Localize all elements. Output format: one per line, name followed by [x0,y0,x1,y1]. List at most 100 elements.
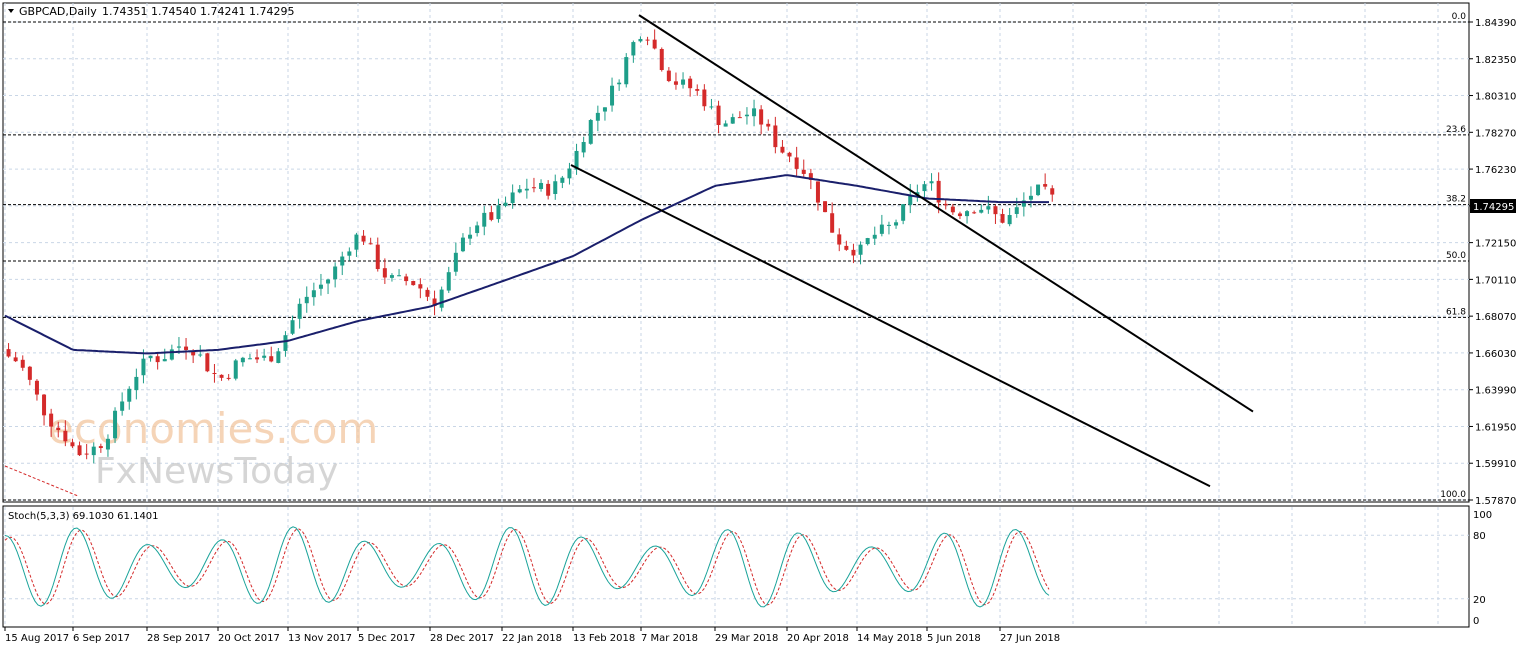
watermark-line2: FxNewsToday [95,451,338,492]
candle-body [723,123,728,127]
candle-body [226,377,231,379]
candle-body [737,117,742,119]
watermark-line1: economies.com [48,404,378,453]
candle-body [262,355,267,358]
chart-canvas: 0.0 23.6 38.2 50.0 61.8 100.0 economies.com F… [2,2,1516,644]
candle-body [389,275,394,278]
candle-body [752,108,757,117]
candle-body [489,212,494,220]
candle-body [1036,184,1041,196]
candle-body [929,181,934,184]
candle-body [943,203,948,206]
candle-body [823,201,828,213]
date-tick-label: 7 Mar 2018 [641,633,698,644]
candle-body [404,276,409,282]
candle-body [368,243,373,245]
candle-body [318,284,323,289]
candle-body [240,357,245,363]
stoch-title: Stoch(5,3,3) 69.1030 61.1401 [8,511,159,522]
candle-body [539,182,544,189]
candle-body [255,357,260,360]
candle-body [98,446,103,449]
date-tick-label: 22 Jan 2018 [502,633,562,644]
candle-body [425,289,430,297]
candle-body [766,123,771,127]
candle-body [815,181,820,203]
candle-body [27,366,32,380]
candle-body [830,213,835,233]
candle-body [801,169,806,174]
candle-body [276,351,281,363]
candle-body [631,42,636,56]
candle-body [1014,207,1019,214]
symbol-label: GBPCAD,Daily [19,5,97,18]
candle-body [176,346,181,348]
date-tick-label: 29 Mar 2018 [715,633,778,644]
price-tick-label: 1.68070 [1475,312,1516,323]
candle-body [382,268,387,278]
candle-body [482,212,487,227]
candle-body [418,284,423,289]
candle-body [212,372,217,374]
candle-body [354,234,359,250]
candle-body [269,356,274,362]
candle-body [610,85,615,106]
candle-body [581,142,586,153]
candle-body [311,290,316,298]
candle-body [70,442,75,447]
candle-body [297,303,302,319]
candle-body [560,177,565,183]
price-tick-label: 1.63990 [1475,386,1516,397]
candle-body [503,202,508,206]
candle-body [787,152,792,157]
candle-body [326,279,331,284]
candle-body [886,224,891,226]
date-tick-label: 13 Nov 2017 [288,633,352,644]
candle-body [553,181,558,194]
price-tick-label: 1.82350 [1475,55,1516,66]
candle-body [148,355,153,359]
candle-body [986,206,991,210]
candle-body [205,353,210,372]
candle-body [84,453,89,455]
candle-body [290,320,295,334]
candle-body [993,206,998,215]
candle-body [397,275,402,277]
candle-body [851,249,856,256]
candle-body [702,89,707,107]
candle-body [169,349,174,360]
date-tick-label: 20 Apr 2018 [787,633,849,644]
ohlc-values: 1.74351 1.74540 1.74241 1.74295 [102,5,294,18]
candle-body [844,245,849,250]
candle-body [950,206,955,213]
candle-body [347,251,352,256]
candle-body [304,296,309,304]
candle-body [439,289,444,308]
date-tick-label: 27 Jun 2018 [1000,633,1060,644]
candle-body [872,234,877,239]
candle-body [155,356,160,363]
price-tick-label: 1.72150 [1475,239,1516,250]
date-tick-label: 28 Sep 2017 [147,633,210,644]
stoch-panel [2,505,1470,628]
candle-body [688,78,693,89]
candle-body [361,235,366,242]
candle-body [730,117,735,124]
candle-body [617,82,622,85]
candle-body [652,39,657,49]
candle-body [624,57,629,85]
candle-body [340,256,345,266]
candle-body [141,358,146,376]
candle-body [233,360,238,379]
candle-body [957,213,962,217]
candle-body [645,39,650,41]
candle-body [1000,214,1005,223]
price-badge-label: 1.74295 [1473,202,1514,213]
price-tick-label: 1.70110 [1475,275,1516,286]
candle-body [879,224,884,234]
candle-body [333,266,338,280]
candle-body [113,410,118,439]
candle-body [134,376,139,391]
candle-body [120,401,125,411]
candle-body [531,187,536,189]
